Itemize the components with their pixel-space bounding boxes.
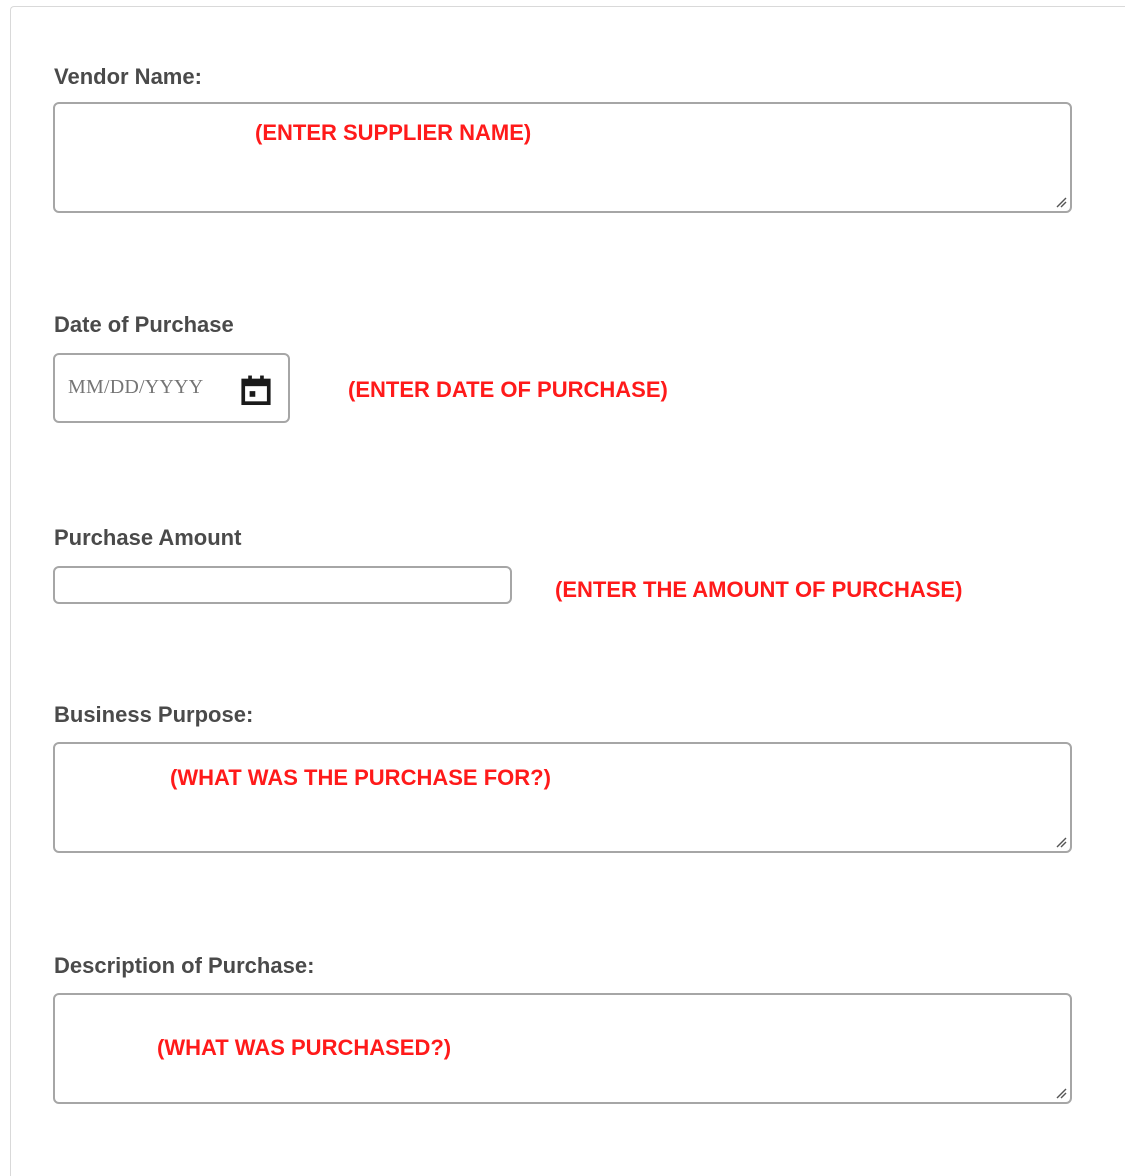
date-placeholder: MM/DD/YYYY — [68, 376, 204, 398]
resize-grip-icon[interactable] — [1055, 1087, 1067, 1099]
resize-grip-icon[interactable] — [1055, 196, 1067, 208]
business-purpose-label: Business Purpose: — [54, 702, 254, 727]
purchase-amount-label: Purchase Amount — [54, 525, 242, 550]
business-purpose-textarea[interactable] — [53, 742, 1072, 853]
calendar-icon[interactable] — [239, 372, 273, 406]
date-of-purchase-input[interactable]: MM/DD/YYYY — [53, 353, 290, 423]
vendor-name-label: Vendor Name: — [54, 64, 202, 89]
description-of-purchase-annotation: (WHAT WAS PURCHASED?) — [157, 1035, 452, 1060]
business-purpose-annotation: (WHAT WAS THE PURCHASE FOR?) — [170, 765, 551, 790]
date-of-purchase-label: Date of Purchase — [54, 312, 234, 337]
vendor-name-textarea[interactable] — [53, 102, 1072, 213]
purchase-amount-input[interactable] — [53, 566, 512, 604]
vendor-name-annotation: (ENTER SUPPLIER NAME) — [255, 120, 532, 145]
resize-grip-icon[interactable] — [1055, 836, 1067, 848]
date-of-purchase-annotation: (ENTER DATE OF PURCHASE) — [348, 377, 668, 402]
description-of-purchase-label: Description of Purchase: — [54, 953, 315, 978]
purchase-amount-annotation: (ENTER THE AMOUNT OF PURCHASE) — [555, 577, 963, 602]
